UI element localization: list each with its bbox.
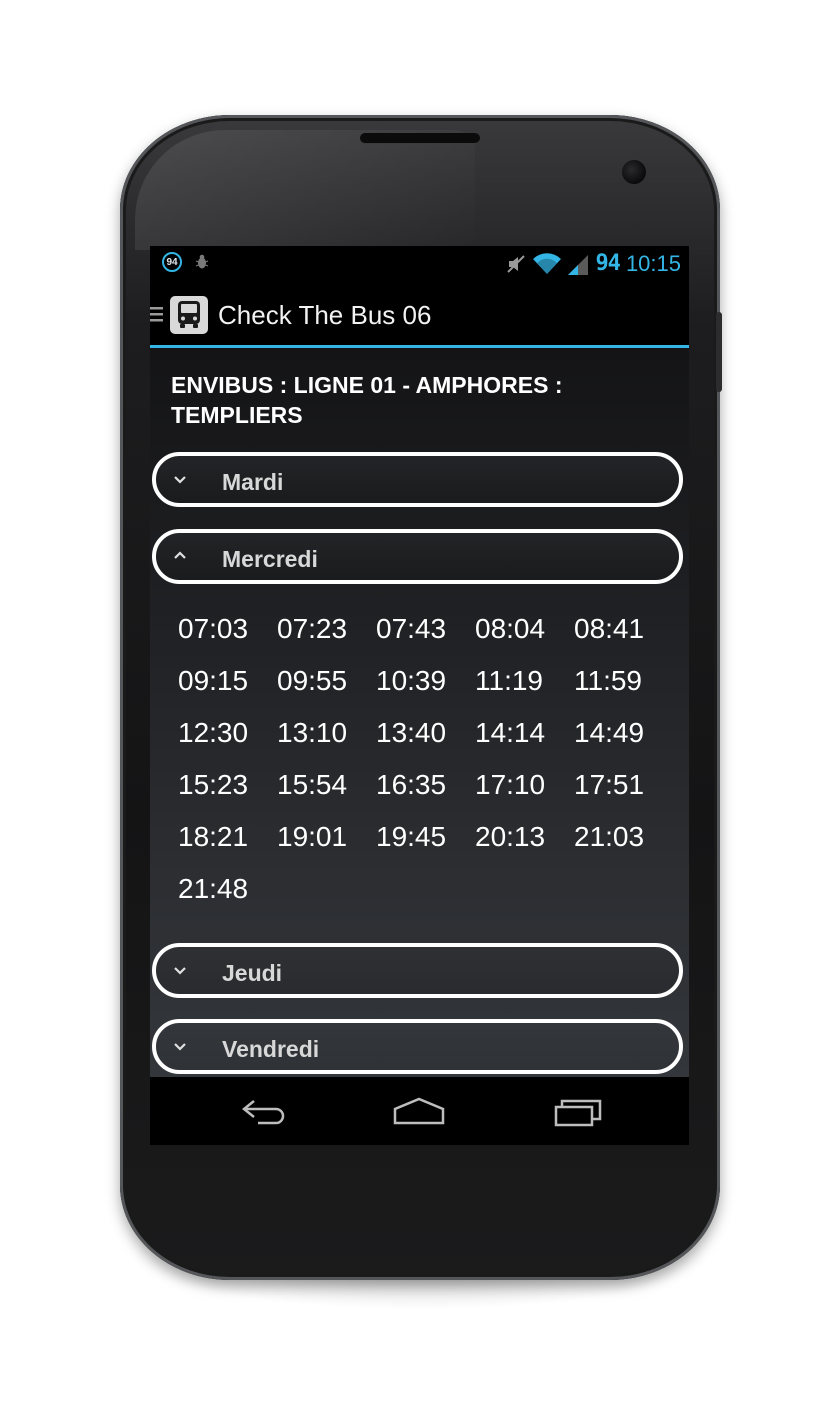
departure-time: 12:30: [178, 717, 249, 748]
power-button[interactable]: [716, 312, 722, 392]
departure-time: 13:10: [277, 717, 348, 748]
recent-apps-icon[interactable]: [550, 1095, 606, 1129]
chevron-down-icon: [174, 1043, 186, 1051]
front-camera: [622, 160, 646, 184]
back-icon[interactable]: [236, 1095, 292, 1129]
status-bar: 94 94 10:15: [150, 246, 689, 282]
action-bar: Check The Bus 06: [150, 282, 689, 348]
departure-time: 07:43: [376, 613, 447, 644]
departure-time: 19:01: [277, 821, 348, 852]
day-header-mardi[interactable]: Mardi: [152, 452, 683, 507]
departure-time: 13:40: [376, 717, 447, 748]
day-label: Mercredi: [222, 546, 318, 572]
schedule-content: ENVIBUS : LIGNE 01 - AMPHORES : TEMPLIER…: [150, 348, 689, 1077]
day-label: Mardi: [222, 469, 284, 495]
departure-time: 17:51: [574, 769, 645, 800]
navigation-bar: [150, 1077, 689, 1145]
day-label: Jeudi: [222, 960, 283, 986]
departure-time: 08:41: [574, 613, 645, 644]
chevron-down-icon: [174, 967, 186, 975]
departure-time: 08:04: [475, 613, 546, 644]
device-screen: 94 94 10:15 Check The Bus 06 ENVIBUS: L…: [150, 246, 689, 1145]
bus-icon: [178, 301, 200, 328]
departure-time: 19:45: [376, 821, 447, 852]
departure-time: 17:10: [475, 769, 546, 800]
chevron-down-icon: [174, 476, 186, 484]
departure-time: 16:35: [376, 769, 447, 800]
departure-time: 15:54: [277, 769, 348, 800]
departure-time: 21:03: [574, 821, 645, 852]
day-label: Vendredi: [222, 1036, 320, 1062]
departure-time: 15:23: [178, 769, 249, 800]
departure-time: 11:19: [475, 665, 543, 696]
signal-icon: [568, 255, 589, 275]
departure-time: 09:55: [277, 665, 348, 696]
day-header-jeudi[interactable]: Jeudi: [152, 943, 683, 998]
departure-time: 18:21: [178, 821, 249, 852]
mute-icon: [507, 255, 526, 273]
departure-time: 21:48: [178, 873, 249, 904]
wifi-icon: [533, 253, 562, 274]
departure-time: 20:13: [475, 821, 546, 852]
bug-icon: [195, 254, 209, 269]
earpiece-speaker: [360, 133, 480, 143]
home-icon[interactable]: [391, 1095, 447, 1129]
drawer-icon[interactable]: [150, 306, 164, 322]
day-header-vendredi[interactable]: Vendredi: [152, 1019, 683, 1074]
app-title: Check The Bus 06: [218, 300, 432, 330]
departure-time: 14:14: [475, 717, 546, 748]
day-header-mercredi[interactable]: Mercredi: [152, 529, 683, 584]
line-title: ENVIBUS : LIGNE 01 - AMPHORES : TEMPLIER…: [171, 372, 563, 428]
departure-time: 14:49: [574, 717, 645, 748]
app-icon[interactable]: [170, 296, 208, 334]
departure-time: 09:15: [178, 665, 249, 696]
departure-time: 07:03: [178, 613, 249, 644]
departure-time: 11:59: [574, 665, 642, 696]
departure-time: 10:39: [376, 665, 447, 696]
battery-level-text: 94: [595, 251, 620, 276]
chevron-up-icon: [174, 551, 186, 559]
clock: 10:15: [625, 251, 681, 276]
battery-notification-badge: 94: [162, 252, 182, 272]
departure-time: 07:23: [277, 613, 348, 644]
